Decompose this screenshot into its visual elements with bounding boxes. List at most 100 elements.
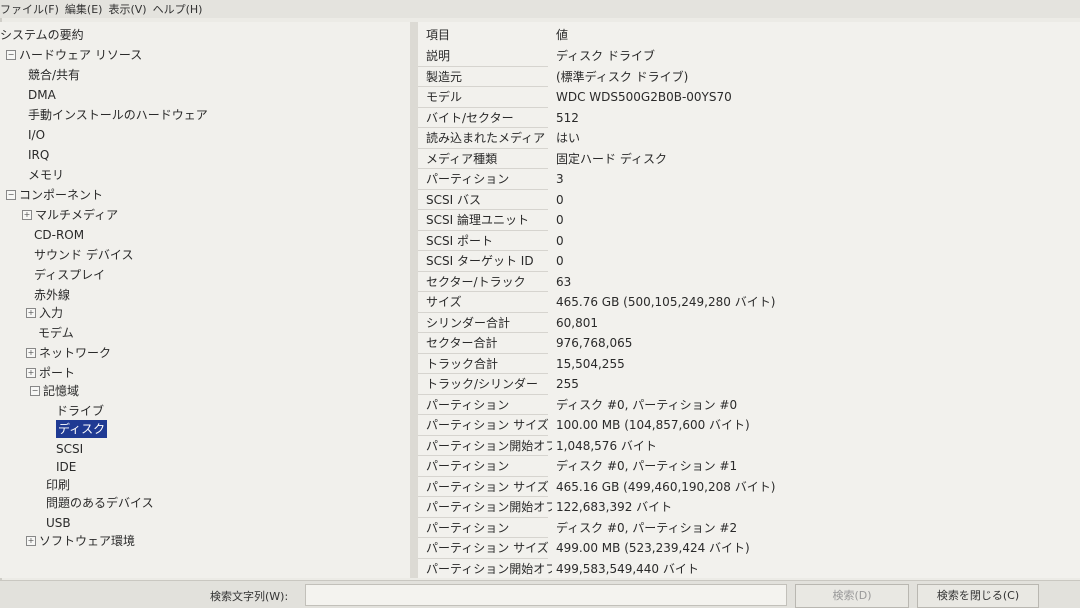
tree-item[interactable]: USB [46,514,71,532]
tree-item-label: ソフトウェア環境 [39,534,136,548]
menu-file[interactable]: ファイル(F) [0,1,65,17]
close-search-button[interactable]: 検索を閉じる(C) [917,584,1039,608]
collapse-icon[interactable]: − [30,386,40,396]
table-row[interactable]: トラック合計 15,504,255 [418,354,1080,374]
tree-item[interactable]: 問題のあるデバイス [46,494,154,512]
table-row[interactable]: 説明 ディスク ドライブ [418,46,1080,67]
table-row[interactable]: SCSI ターゲット ID 0 [418,251,1080,272]
tree-item-label: 競合/共有 [28,68,81,82]
tree-item[interactable]: + ソフトウェア環境 [26,532,135,550]
table-row[interactable]: パーティション ディスク #0, パーティション #0 [418,395,1080,415]
search-button[interactable]: 検索(D) [795,584,909,608]
tree-item[interactable]: + ネットワーク [26,344,111,362]
table-row[interactable]: メディア種類 固定ハード ディスク [418,149,1080,169]
menu-edit[interactable]: 編集(E) [65,1,109,17]
table-row[interactable]: シリンダー合計 60,801 [418,313,1080,333]
tree-item-label: DMA [28,88,56,102]
row-value: 465.16 GB (499,460,190,208 バイト) [556,479,776,494]
search-input[interactable] [305,584,787,606]
row-value: 60,801 [556,315,598,330]
tree-item-label: サウンド デバイス [34,248,134,262]
table-row[interactable]: パーティション ディスク #0, パーティション #2 [418,518,1080,538]
menu-help[interactable]: ヘルプ(H) [153,1,209,17]
expand-icon[interactable]: + [26,536,36,546]
table-row[interactable]: SCSI ポート 0 [418,231,1080,251]
table-row[interactable]: サイズ 465.76 GB (500,105,249,280 バイト) [418,292,1080,313]
table-row[interactable]: パーティション開始オフ... 1,048,576 バイト [418,436,1080,456]
tree-item[interactable]: SCSI [56,440,83,458]
table-row[interactable]: SCSI 論理ユニット 0 [418,210,1080,231]
row-value: 15,504,255 [556,356,625,371]
row-value: ディスク ドライブ [556,49,655,63]
menu-view[interactable]: 表示(V) [108,1,152,17]
collapse-icon[interactable]: − [6,190,16,200]
column-header-item[interactable]: 項目 [426,26,552,43]
tree-item[interactable]: + ポート [26,364,75,382]
table-row[interactable]: セクター合計 976,768,065 [418,333,1080,354]
tree-item-label: ディスプレイ [34,268,106,282]
tree-item-label: CD-ROM [34,228,85,242]
table-row[interactable]: パーティション サイズ 100.00 MB (104,857,600 バイト) [418,415,1080,436]
row-item: トラック合計 [426,356,499,371]
tree-item-label: 入力 [39,306,64,320]
tree-item[interactable]: ディスプレイ [34,266,105,284]
tree-item[interactable]: 赤外線 [34,286,70,304]
expand-icon[interactable]: + [26,308,36,318]
tree-item[interactable]: − ハードウェア リソース [6,46,142,64]
tree-item-label: マルチメディア [35,208,119,222]
tree-item-label: ハードウェア リソース [19,48,143,62]
expand-icon[interactable]: + [26,348,36,358]
tree-item[interactable]: DMA [28,86,56,104]
table-row[interactable]: 製造元 (標準ディスク ドライブ) [418,67,1080,87]
tree-item[interactable]: 手動インストールのハードウェア [28,106,208,124]
table-row[interactable]: セクター/トラック 63 [418,272,1080,292]
tree-item[interactable]: モデム [38,324,74,342]
row-value: 0 [556,213,564,227]
table-row[interactable]: SCSI バス 0 [418,190,1080,210]
table-row[interactable]: パーティション サイズ 465.16 GB (499,460,190,208 バイ… [418,477,1080,497]
tree-item[interactable]: システムの要約 [0,26,84,44]
collapse-icon[interactable]: − [6,50,16,60]
tree-item[interactable]: メモリ [28,166,64,184]
column-header-value[interactable]: 値 [556,26,568,43]
tree-item-label: 赤外線 [34,288,71,302]
table-row[interactable]: パーティション ディスク #0, パーティション #1 [418,456,1080,477]
tree-item[interactable]: 競合/共有 [28,66,80,84]
row-item: パーティション サイズ [426,418,549,432]
expand-icon[interactable]: + [22,210,32,220]
table-row[interactable]: モデル WDC WDS500G2B0B-00YS70 [418,87,1080,108]
tree-item-label: USB [46,516,71,530]
table-row[interactable]: バイト/セクター 512 [418,108,1080,128]
table-row[interactable]: パーティション開始オフ... 499,583,549,440 バイト [418,559,1080,579]
tree-item[interactable]: ディスク [56,420,108,438]
category-tree[interactable]: システムの要約 − ハードウェア リソース 競合/共有 DMA 手動インストールのハードウ… [0,22,410,578]
expand-icon[interactable]: + [26,368,36,378]
tree-item[interactable]: I/O [28,126,45,144]
tree-item[interactable]: サウンド デバイス [34,246,133,264]
tree-item[interactable]: IDE [56,458,76,476]
tree-item[interactable]: IRQ [28,146,49,164]
table-row[interactable]: 読み込まれたメディア はい [418,128,1080,149]
system-information-window: ファイル(F) 編集(E) 表示(V) ヘルプ(H) システムの要約 − ハードウェ… [0,0,1080,608]
row-value: 976,768,065 [556,336,633,350]
row-value: 512 [556,110,579,125]
tree-item[interactable]: ドライブ [56,402,104,420]
table-row[interactable]: パーティション開始オフ... 122,683,392 バイト [418,497,1080,518]
tree-item[interactable]: − 記憶域 [30,382,79,400]
tree-item[interactable]: + 入力 [26,304,63,322]
pane-splitter[interactable] [410,22,418,578]
tree-item[interactable]: + マルチメディア [22,206,118,224]
tree-item[interactable]: − コンポーネント [6,186,103,204]
detail-header: 項目 値 [418,24,1080,44]
row-value: 122,683,392 バイト [556,500,673,514]
tree-item-label: 記憶域 [43,384,80,398]
row-value: 255 [556,377,579,391]
row-item: パーティション [426,172,510,186]
tree-item[interactable]: 印刷 [46,476,70,494]
table-row[interactable]: トラック/シリンダー 255 [418,374,1080,395]
tree-item[interactable]: CD-ROM [34,226,84,244]
row-item: パーティション開始オフ... [426,500,552,514]
row-item: SCSI 論理ユニット [426,213,529,227]
table-row[interactable]: パーティション 3 [418,169,1080,190]
table-row[interactable]: パーティション サイズ 499.00 MB (523,239,424 バイト) [418,538,1080,559]
